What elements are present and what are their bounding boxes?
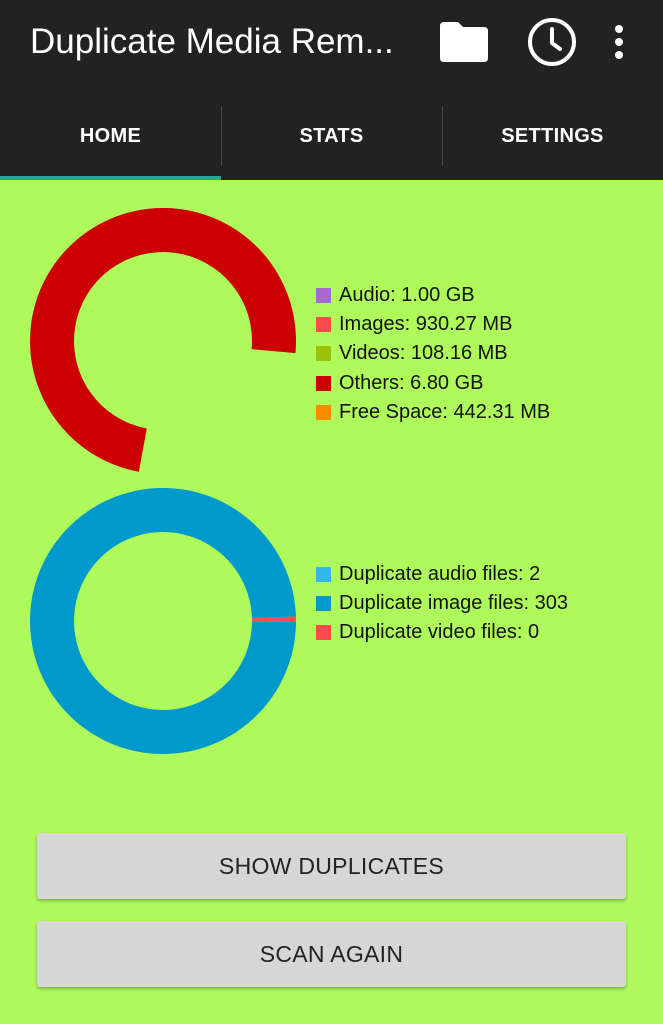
legend-item-dup-image: Duplicate image files: 303	[316, 589, 568, 618]
legend-label: Videos: 108.16 MB	[339, 342, 508, 365]
active-tab-indicator	[0, 176, 221, 180]
legend-label: Free Space: 442.31 MB	[339, 400, 551, 423]
app-bar: Duplicate Media Rem... HOME STATS SETTIN…	[0, 0, 663, 180]
more-vert-icon[interactable]	[591, 14, 647, 70]
storage-donut-chart	[30, 208, 296, 472]
legend-swatch	[316, 567, 331, 583]
legend-swatch	[316, 375, 331, 391]
storage-legend: Audio: 1.00 GB Images: 930.27 MB Videos:…	[316, 281, 550, 427]
legend-item-dup-audio: Duplicate audio files: 2	[316, 560, 568, 589]
legend-swatch	[316, 625, 331, 641]
legend-label: Duplicate audio files: 2	[339, 563, 541, 586]
legend-item-free-space: Free Space: 442.31 MB	[316, 398, 550, 427]
legend-label: Duplicate video files: 0	[339, 621, 540, 644]
folder-icon[interactable]	[436, 14, 492, 70]
tab-home[interactable]: HOME	[0, 92, 221, 180]
legend-item-audio: Audio: 1.00 GB	[316, 281, 550, 310]
legend-item-images: Images: 930.27 MB	[316, 310, 550, 339]
history-clock-icon[interactable]	[524, 14, 580, 70]
duplicates-legend: Duplicate audio files: 2 Duplicate image…	[316, 560, 568, 648]
legend-label: Images: 930.27 MB	[339, 313, 513, 336]
tab-stats[interactable]: STATS	[221, 92, 442, 180]
legend-item-videos: Videos: 108.16 MB	[316, 339, 550, 368]
show-duplicates-button[interactable]: SHOW DUPLICATES	[37, 833, 626, 899]
tab-bar: HOME STATS SETTINGS	[0, 92, 663, 180]
legend-swatch	[316, 346, 331, 362]
scan-again-button[interactable]: SCAN AGAIN	[37, 921, 626, 987]
legend-swatch	[316, 596, 331, 612]
legend-item-dup-video: Duplicate video files: 0	[316, 618, 568, 647]
legend-label: Others: 6.80 GB	[339, 371, 484, 394]
donut-slice-others	[30, 208, 296, 472]
duplicates-donut-chart	[30, 488, 296, 754]
tab-settings[interactable]: SETTINGS	[442, 92, 663, 180]
legend-label: Duplicate image files: 303	[339, 592, 569, 615]
legend-swatch	[316, 404, 331, 420]
legend-label: Audio: 1.00 GB	[339, 284, 475, 307]
legend-swatch	[316, 288, 331, 304]
app-title: Duplicate Media Rem...	[30, 22, 394, 61]
legend-swatch	[316, 317, 331, 333]
legend-item-others: Others: 6.80 GB	[316, 369, 550, 398]
